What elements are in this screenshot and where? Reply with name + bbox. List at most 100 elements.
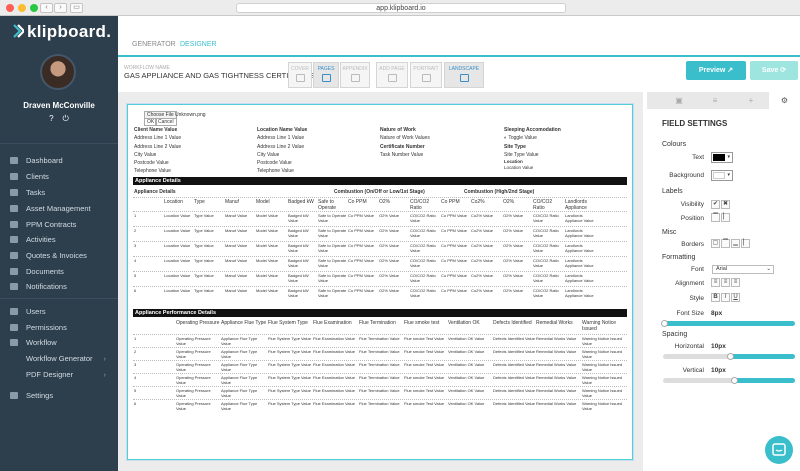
table-cell[interactable]: Flue Termination Value bbox=[359, 401, 403, 406]
table-cell[interactable]: Co2% Value bbox=[471, 213, 502, 218]
tab-designer[interactable]: DESIGNER bbox=[180, 41, 217, 48]
sidebar-item-dashboard[interactable]: Dashboard bbox=[10, 155, 114, 167]
nature-of-work-value[interactable]: Nature of Work Values bbox=[380, 135, 430, 141]
location-name-field[interactable]: Location Name Value bbox=[257, 127, 307, 133]
table-cell[interactable]: O2% Value bbox=[503, 213, 532, 218]
visibility-on-button[interactable]: ✔ bbox=[711, 200, 720, 209]
table-cell[interactable]: Landlords Appliance Value bbox=[565, 213, 594, 223]
table-cell[interactable]: Warning Notice Issued Value bbox=[582, 362, 627, 372]
table-cell[interactable]: Defects Identified Value bbox=[493, 336, 535, 341]
table-cell[interactable]: Operating Pressure Value bbox=[176, 349, 220, 359]
border-left-button[interactable]: ▏ bbox=[741, 239, 750, 248]
table-cell[interactable]: Badged kW Value bbox=[288, 228, 317, 238]
table-cell[interactable]: O2% Value bbox=[379, 213, 409, 218]
toggle-value[interactable]: ◐ Toggle Value bbox=[504, 135, 537, 141]
underline-button[interactable]: U bbox=[731, 293, 740, 302]
table-cell[interactable]: Defects Identified Value bbox=[493, 375, 535, 380]
position-top-button[interactable]: ▔ bbox=[711, 213, 720, 222]
table-cell[interactable]: Landlords Appliance Value bbox=[565, 288, 594, 298]
table-cell[interactable]: CO/CO2 Ratio Value bbox=[410, 213, 440, 223]
table-cell[interactable]: Badged kW Value bbox=[288, 288, 317, 298]
table-cell[interactable]: O2% Value bbox=[379, 288, 409, 293]
table-cell[interactable]: Remedial Works Value bbox=[536, 388, 581, 393]
table-cell[interactable]: Co2% Value bbox=[471, 288, 502, 293]
column-header[interactable]: Co PPM bbox=[348, 199, 378, 205]
table-cell[interactable]: Warning Notice Issued Value bbox=[582, 388, 627, 398]
table-cell[interactable]: Flue Termination Value bbox=[359, 388, 403, 393]
horizontal-spacing-handle[interactable] bbox=[727, 353, 734, 360]
sidebar-item-permissions[interactable]: Permissions bbox=[10, 322, 114, 334]
align-left-button[interactable]: ≡ bbox=[711, 278, 720, 287]
table-cell[interactable]: Model Value bbox=[256, 273, 287, 278]
close-window-icon[interactable] bbox=[6, 4, 14, 12]
table-cell[interactable]: Type Value bbox=[194, 243, 224, 248]
font-size-slider-handle[interactable] bbox=[661, 320, 668, 327]
column-header[interactable]: O2% bbox=[379, 199, 409, 205]
table-cell[interactable]: Flue smoke Test Value bbox=[404, 336, 447, 341]
table-cell[interactable]: Flue Examination Value bbox=[313, 375, 358, 380]
column-header[interactable]: Co2% bbox=[471, 199, 502, 205]
lock-tab[interactable]: ▣ bbox=[661, 92, 697, 109]
landscape-button[interactable]: LANDSCAPE bbox=[444, 62, 484, 88]
sidebar-item-ppm-contracts[interactable]: PPM Contracts bbox=[10, 219, 114, 231]
table-cell[interactable]: Type Value bbox=[194, 258, 224, 263]
city-field[interactable]: City Value bbox=[134, 152, 156, 158]
border-all-button[interactable]: ▢ bbox=[711, 239, 720, 248]
table-cell[interactable]: Co PPM Value bbox=[348, 243, 378, 248]
table-cell[interactable]: CO/CO2 Ratio Value bbox=[410, 258, 440, 268]
column-header[interactable]: Location bbox=[164, 199, 193, 205]
column-header[interactable]: CO/CO2 Ratio bbox=[410, 199, 440, 211]
table-cell[interactable]: Model Value bbox=[256, 213, 287, 218]
table-cell[interactable]: Type Value bbox=[194, 213, 224, 218]
nature-of-work-label[interactable]: Nature of Work bbox=[380, 127, 416, 133]
table-cell[interactable]: CO/CO2 Ratio Value bbox=[410, 243, 440, 253]
table-cell[interactable]: Model Value bbox=[256, 228, 287, 233]
cancel-button[interactable]: Cancel bbox=[155, 118, 177, 126]
table-cell[interactable]: Landlords Appliance Value bbox=[565, 273, 594, 283]
table-cell[interactable]: Warning Notice Issued Value bbox=[582, 349, 627, 359]
tab-generator[interactable]: GENERATOR bbox=[132, 41, 176, 48]
table-cell[interactable]: Operating Pressure Value bbox=[176, 336, 220, 346]
table-cell[interactable]: Operating Pressure Value bbox=[176, 362, 220, 372]
table-cell[interactable]: Manuf Value bbox=[225, 243, 255, 248]
table-cell[interactable]: Operating Pressure Value bbox=[176, 375, 220, 385]
table-cell[interactable]: Model Value bbox=[256, 258, 287, 263]
column-header[interactable]: Safe to Operate bbox=[318, 199, 347, 211]
table-cell[interactable]: CO/CO2 Ratio Value bbox=[533, 213, 564, 223]
sidebar-item-tasks[interactable]: Tasks bbox=[10, 187, 114, 199]
client-name-field[interactable]: Client Name Value bbox=[134, 127, 177, 133]
help-icon[interactable]: ? bbox=[49, 114, 53, 123]
table-cell[interactable]: Warning Notice Issued Value bbox=[582, 336, 627, 346]
table-cell[interactable]: CO/CO2 Ratio Value bbox=[533, 243, 564, 253]
sidebar-item-settings[interactable]: Settings bbox=[10, 390, 114, 402]
table-cell[interactable]: Location Value bbox=[164, 288, 193, 293]
table-cell[interactable]: Landlords Appliance Value bbox=[565, 243, 594, 253]
table-cell[interactable]: Flue System Type Value bbox=[268, 362, 312, 367]
table-cell[interactable]: Operating Pressure Value bbox=[176, 388, 220, 398]
table-cell[interactable]: CO/CO2 Ratio Value bbox=[533, 258, 564, 268]
table-cell[interactable]: Location Value bbox=[164, 213, 193, 218]
column-header[interactable]: Warning Notice Issued bbox=[582, 320, 627, 332]
table-cell[interactable]: Badged kW Value bbox=[288, 213, 317, 223]
postcode-field[interactable]: Postcode Value bbox=[134, 160, 169, 166]
column-header[interactable]: Ventilation OK bbox=[448, 320, 492, 326]
pages-button[interactable]: PAGES bbox=[313, 62, 339, 88]
table-cell[interactable]: Co2% Value bbox=[471, 258, 502, 263]
table-cell[interactable]: Defects Identified Value bbox=[493, 362, 535, 367]
table-cell[interactable]: Model Value bbox=[256, 243, 287, 248]
table-cell[interactable]: O2% Value bbox=[503, 288, 532, 293]
sidebar-item-documents[interactable]: Documents bbox=[10, 266, 114, 278]
location-label[interactable]: Location bbox=[504, 159, 523, 164]
table-cell[interactable]: O2% Value bbox=[379, 243, 409, 248]
column-header[interactable]: Appliance Flue Type bbox=[221, 320, 267, 326]
bold-button[interactable]: B bbox=[711, 293, 720, 302]
table-cell[interactable]: Flue Examination Value bbox=[313, 349, 358, 354]
add-page-button[interactable]: ADD PAGE bbox=[376, 62, 408, 88]
table-cell[interactable]: Flue System Type Value bbox=[268, 349, 312, 354]
table-cell[interactable]: Flue smoke Test Value bbox=[404, 362, 447, 367]
location-telephone-field[interactable]: Telephone Value bbox=[257, 168, 294, 174]
table-cell[interactable]: Flue smoke Test Value bbox=[404, 375, 447, 380]
table-cell[interactable]: Manuf Value bbox=[225, 258, 255, 263]
table-cell[interactable]: Appliance Flue Type Value bbox=[221, 375, 267, 385]
table-cell[interactable]: Flue Termination Value bbox=[359, 362, 403, 367]
